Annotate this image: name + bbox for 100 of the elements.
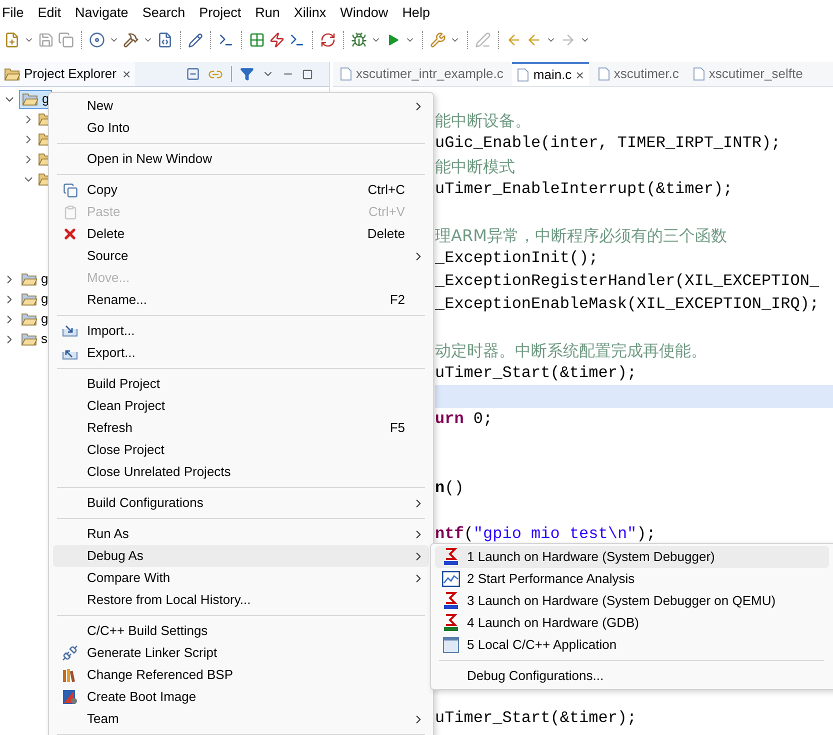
tree-item[interactable]: g (19, 310, 50, 328)
menu-item[interactable]: Build Configurations (53, 492, 429, 514)
menu-item[interactable]: 1 Launch on Hardware (System Debugger) (435, 546, 829, 568)
menu-item[interactable]: Debug As (53, 545, 429, 567)
code-line: n() (435, 479, 464, 497)
project-folder-icon (21, 312, 37, 326)
menu-item[interactable]: Create Boot Image (53, 686, 429, 708)
menu-item[interactable]: Delete Delete (53, 223, 429, 245)
code-line: uTimer_Start(&timer); (435, 364, 637, 382)
chart-icon (442, 571, 460, 587)
import-icon (62, 325, 78, 337)
editor-tab[interactable]: xscutimer_intr_example.c (335, 62, 508, 86)
tcf-icon (443, 548, 459, 566)
menu-item[interactable]: Rename... F2 (53, 289, 429, 311)
menu-bar-item[interactable]: Help (402, 2, 430, 24)
tree-label: g (41, 310, 48, 328)
tree-item[interactable]: g (19, 290, 50, 308)
menu-item[interactable]: Build Project (53, 373, 429, 395)
project-folder-icon (21, 272, 37, 286)
close-icon[interactable]: × (576, 64, 584, 86)
tree-item[interactable]: g (19, 270, 50, 288)
menu-item[interactable]: Restore from Local History... (53, 589, 429, 611)
filter-icon[interactable] (240, 67, 254, 81)
menu-item[interactable]: 4 Launch on Hardware (GDB) (435, 612, 829, 634)
menu-item[interactable]: Close Unrelated Projects (53, 461, 429, 483)
menu-item[interactable]: Run As (53, 523, 429, 545)
paste-icon (62, 204, 78, 220)
code-line: 能中断设备。 (435, 113, 531, 131)
menu-item[interactable]: 2 Start Performance Analysis (435, 568, 829, 590)
code-line: urn 0; (435, 410, 493, 428)
tree-label: g (41, 270, 48, 288)
c-file-icon (340, 67, 352, 81)
menu-item[interactable]: 5 Local C/C++ Application (435, 634, 829, 656)
menu-bar-item[interactable]: Xilinx (294, 2, 326, 24)
menu-bar-item[interactable]: Search (142, 2, 186, 24)
collapse-all-icon[interactable] (186, 67, 200, 81)
code-line: _ExceptionRegisterHandler(XIL_EXCEPTION_ (435, 272, 820, 290)
hammer-icon[interactable] (123, 32, 139, 48)
application-icon (443, 637, 459, 653)
menu-item[interactable]: 3 Launch on Hardware (System Debugger on QEMU) (435, 590, 829, 612)
menu-bar-item[interactable]: Window (340, 2, 388, 24)
menu-item[interactable]: Refresh F5 (53, 417, 429, 439)
maximize-icon[interactable] (302, 68, 313, 80)
menu-item[interactable]: Debug Configurations... (435, 665, 829, 687)
code-line: _ExceptionInit(); (435, 249, 598, 267)
panel-title: Project Explorer (24, 65, 116, 84)
menu-item[interactable]: Change Referenced BSP (53, 664, 429, 686)
c-file-icon (692, 67, 705, 81)
delete-icon (62, 226, 78, 242)
console-icon[interactable] (289, 32, 305, 48)
code-line: ntf("gpio mio test\n"); (435, 525, 656, 543)
pencil-icon[interactable] (188, 32, 203, 48)
refresh-icon[interactable] (320, 32, 336, 48)
menu-item[interactable]: Copy Ctrl+C (53, 179, 429, 201)
code-line: uGic_Enable(inter, TIMER_IRPT_INTR); (435, 134, 781, 152)
code-line: 能中断模式 (435, 159, 515, 177)
terminal-icon[interactable] (218, 32, 234, 48)
menu-item[interactable]: Source (53, 245, 429, 267)
menu-item[interactable]: New (53, 95, 429, 117)
menu-bar-item[interactable]: Edit (38, 2, 62, 24)
menu-item[interactable]: Export... (53, 342, 429, 364)
menu-bar-item[interactable]: Navigate (75, 2, 128, 24)
menu-item[interactable]: Go Into (53, 117, 429, 139)
editor-tab[interactable]: main.c × (512, 62, 589, 86)
new-file-icon[interactable] (4, 32, 20, 48)
menu-item[interactable]: Open in New Window (53, 148, 429, 170)
menu-bar-item[interactable]: Run (255, 2, 280, 24)
code-line: uTimer_EnableInterrupt(&timer); (435, 180, 733, 198)
menu-item[interactable]: Generate Linker Script (53, 642, 429, 664)
books-icon (62, 667, 78, 683)
tree-item[interactable]: s (19, 330, 50, 348)
gdb-icon (443, 614, 459, 632)
project-folder-icon (21, 292, 37, 306)
editor-tab[interactable]: xscutimer.c (592, 62, 684, 86)
menu-item[interactable]: Clean Project (53, 395, 429, 417)
code-line: 理ARM异常，中断程序必须有的三个函数 (435, 228, 727, 246)
boot-image-icon (62, 689, 78, 705)
project-folder-icon (21, 332, 37, 346)
c-file-icon (598, 67, 610, 81)
wrench-icon[interactable] (430, 32, 446, 48)
code-line: _ExceptionEnableMask(XIL_EXCEPTION_IRQ); (435, 295, 820, 313)
copy-icon (62, 182, 78, 198)
menu-item[interactable]: Compare With (53, 567, 429, 589)
tree-label: g (41, 290, 48, 308)
menu-item[interactable]: Team (53, 708, 429, 730)
bug-icon[interactable] (351, 32, 367, 48)
grid-icon[interactable] (249, 32, 265, 48)
tcf-icon (443, 592, 459, 610)
close-icon[interactable]: × (122, 64, 131, 84)
menu-bar-item[interactable]: Project (199, 2, 242, 24)
panel-tab[interactable]: Project Explorer × (0, 62, 135, 86)
code-line: uTimer_Start(&timer); (435, 709, 637, 727)
menu-item[interactable]: Import... (53, 320, 429, 342)
menu-item[interactable]: C/C++ Build Settings (53, 620, 429, 642)
menu-bar-item[interactable]: File (2, 2, 24, 24)
editor-tab[interactable]: xscutimer_selfte (688, 62, 808, 86)
folder-icon (4, 67, 20, 81)
tree-label: s (41, 330, 48, 348)
code-line: 动定时器。中断系统配置完成再使能。 (435, 343, 707, 361)
menu-item[interactable]: Close Project (53, 439, 429, 461)
